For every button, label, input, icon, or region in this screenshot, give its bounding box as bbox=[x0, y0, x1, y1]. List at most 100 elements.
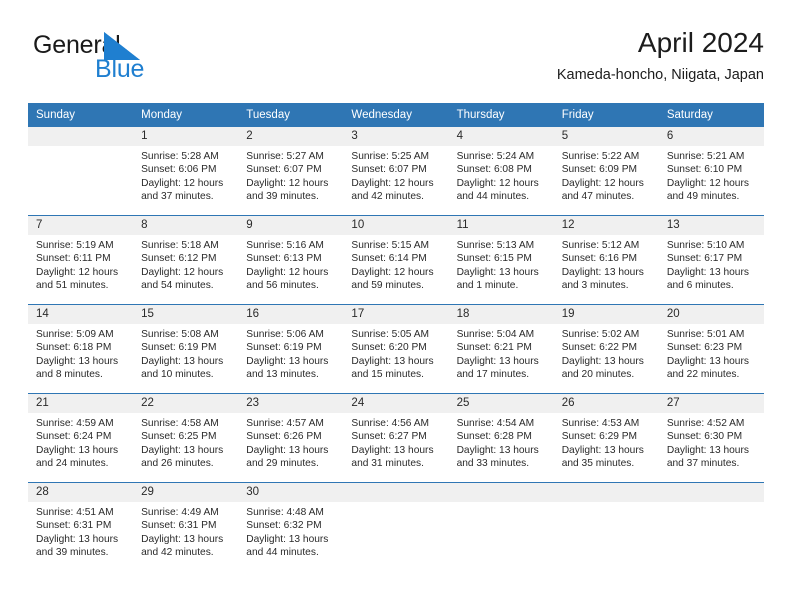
daylight-text-line2: and 22 minutes. bbox=[666, 369, 740, 381]
day-details: Sunrise: 4:49 AM Sunset: 6:31 PM Dayligh… bbox=[133, 502, 238, 560]
day-cell[interactable]: 22 Sunrise: 4:58 AM Sunset: 6:25 PM Dayl… bbox=[133, 393, 239, 483]
daylight-text-line1: Daylight: 13 hours bbox=[36, 533, 119, 545]
brand-logo[interactable]: General Blue bbox=[33, 31, 213, 87]
daylight-text-line2: and 17 minutes. bbox=[456, 369, 530, 381]
daylight-text-line2: and 24 minutes. bbox=[36, 458, 109, 470]
day-cell[interactable] bbox=[28, 127, 134, 216]
day-details: Sunrise: 5:24 AM Sunset: 6:08 PM Dayligh… bbox=[449, 146, 554, 204]
day-details: Sunrise: 4:53 AM Sunset: 6:29 PM Dayligh… bbox=[554, 413, 659, 471]
day-cell[interactable]: 9 Sunrise: 5:16 AM Sunset: 6:13 PM Dayli… bbox=[238, 215, 344, 305]
day-number: 1 bbox=[133, 127, 239, 146]
day-details: Sunrise: 4:59 AM Sunset: 6:24 PM Dayligh… bbox=[28, 413, 133, 471]
sunset-text: Sunset: 6:28 PM bbox=[456, 431, 532, 443]
day-cell[interactable]: 15 Sunrise: 5:08 AM Sunset: 6:19 PM Dayl… bbox=[133, 304, 239, 394]
sunrise-text: Sunrise: 5:28 AM bbox=[141, 151, 219, 162]
daylight-text-line1: Daylight: 13 hours bbox=[351, 355, 434, 367]
daylight-text-line1: Daylight: 13 hours bbox=[141, 444, 224, 456]
day-details: Sunrise: 5:04 AM Sunset: 6:21 PM Dayligh… bbox=[449, 324, 554, 382]
day-cell[interactable]: 26 Sunrise: 4:53 AM Sunset: 6:29 PM Dayl… bbox=[553, 393, 659, 483]
daylight-text-line1: Daylight: 12 hours bbox=[36, 266, 119, 278]
daylight-text-line2: and 44 minutes. bbox=[456, 191, 530, 203]
sunrise-text: Sunrise: 4:51 AM bbox=[36, 507, 114, 518]
day-number: 26 bbox=[553, 394, 659, 413]
sunset-text: Sunset: 6:26 PM bbox=[246, 431, 322, 443]
day-cell[interactable]: 19 Sunrise: 5:02 AM Sunset: 6:22 PM Dayl… bbox=[553, 304, 659, 394]
sunrise-text: Sunrise: 5:16 AM bbox=[246, 240, 324, 251]
sunset-text: Sunset: 6:20 PM bbox=[351, 342, 427, 354]
day-cell[interactable]: 7 Sunrise: 5:19 AM Sunset: 6:11 PM Dayli… bbox=[28, 215, 134, 305]
daylight-text-line1: Daylight: 12 hours bbox=[666, 177, 749, 189]
day-details: Sunrise: 5:15 AM Sunset: 6:14 PM Dayligh… bbox=[343, 235, 448, 293]
sunrise-text: Sunrise: 5:15 AM bbox=[351, 240, 430, 251]
day-cell[interactable]: 23 Sunrise: 4:57 AM Sunset: 6:26 PM Dayl… bbox=[238, 393, 344, 483]
daylight-text-line1: Daylight: 13 hours bbox=[561, 355, 644, 367]
day-cell[interactable] bbox=[343, 482, 449, 571]
day-cell[interactable]: 10 Sunrise: 5:15 AM Sunset: 6:14 PM Dayl… bbox=[343, 215, 449, 305]
day-number: 16 bbox=[238, 305, 344, 324]
brand-name-secondary: Blue bbox=[95, 55, 145, 83]
day-number: 28 bbox=[28, 483, 134, 502]
daylight-text-line2: and 26 minutes. bbox=[141, 458, 214, 470]
daylight-text-line1: Daylight: 13 hours bbox=[666, 444, 749, 456]
sunrise-text: Sunrise: 5:18 AM bbox=[141, 240, 219, 251]
calendar-grid: Sunday Monday Tuesday Wednesday Thursday… bbox=[28, 103, 764, 571]
daylight-text-line2: and 56 minutes. bbox=[246, 280, 319, 292]
sunset-text: Sunset: 6:21 PM bbox=[456, 342, 532, 354]
day-cell[interactable]: 18 Sunrise: 5:04 AM Sunset: 6:21 PM Dayl… bbox=[448, 304, 554, 394]
sunrise-text: Sunrise: 5:12 AM bbox=[561, 240, 640, 251]
sunset-text: Sunset: 6:27 PM bbox=[351, 431, 427, 443]
day-number: 11 bbox=[448, 216, 554, 235]
day-cell[interactable]: 30 Sunrise: 4:48 AM Sunset: 6:32 PM Dayl… bbox=[238, 482, 344, 571]
daylight-text-line1: Daylight: 13 hours bbox=[36, 444, 119, 456]
day-number bbox=[28, 127, 134, 146]
day-details: Sunrise: 5:19 AM Sunset: 6:11 PM Dayligh… bbox=[28, 235, 133, 293]
sunrise-text: Sunrise: 5:10 AM bbox=[666, 240, 745, 251]
day-cell[interactable]: 11 Sunrise: 5:13 AM Sunset: 6:15 PM Dayl… bbox=[448, 215, 554, 305]
sunset-text: Sunset: 6:08 PM bbox=[456, 164, 532, 176]
day-cell[interactable]: 16 Sunrise: 5:06 AM Sunset: 6:19 PM Dayl… bbox=[238, 304, 344, 394]
daylight-text-line2: and 49 minutes. bbox=[666, 191, 740, 203]
day-cell[interactable]: 6 Sunrise: 5:21 AM Sunset: 6:10 PM Dayli… bbox=[658, 127, 764, 216]
day-cell[interactable]: 1 Sunrise: 5:28 AM Sunset: 6:06 PM Dayli… bbox=[133, 127, 239, 216]
day-cell[interactable] bbox=[658, 482, 764, 571]
sunrise-text: Sunrise: 5:22 AM bbox=[561, 151, 640, 162]
day-details: Sunrise: 5:01 AM Sunset: 6:23 PM Dayligh… bbox=[659, 324, 764, 382]
daylight-text-line1: Daylight: 12 hours bbox=[561, 177, 644, 189]
day-details: Sunrise: 5:18 AM Sunset: 6:12 PM Dayligh… bbox=[133, 235, 238, 293]
sunrise-text: Sunrise: 4:52 AM bbox=[666, 418, 745, 429]
day-cell[interactable] bbox=[553, 482, 659, 571]
day-cell[interactable]: 8 Sunrise: 5:18 AM Sunset: 6:12 PM Dayli… bbox=[133, 215, 239, 305]
daylight-text-line1: Daylight: 13 hours bbox=[246, 444, 329, 456]
day-cell[interactable]: 3 Sunrise: 5:25 AM Sunset: 6:07 PM Dayli… bbox=[343, 127, 449, 216]
sunrise-text: Sunrise: 4:59 AM bbox=[36, 418, 114, 429]
day-cell[interactable]: 4 Sunrise: 5:24 AM Sunset: 6:08 PM Dayli… bbox=[448, 127, 554, 216]
day-cell[interactable]: 20 Sunrise: 5:01 AM Sunset: 6:23 PM Dayl… bbox=[658, 304, 764, 394]
day-cell[interactable]: 12 Sunrise: 5:12 AM Sunset: 6:16 PM Dayl… bbox=[553, 215, 659, 305]
sunset-text: Sunset: 6:15 PM bbox=[456, 253, 532, 265]
day-details: Sunrise: 5:02 AM Sunset: 6:22 PM Dayligh… bbox=[554, 324, 659, 382]
sunrise-text: Sunrise: 5:24 AM bbox=[456, 151, 535, 162]
daylight-text-line1: Daylight: 12 hours bbox=[246, 177, 329, 189]
day-cell[interactable]: 14 Sunrise: 5:09 AM Sunset: 6:18 PM Dayl… bbox=[28, 304, 134, 394]
day-cell[interactable]: 28 Sunrise: 4:51 AM Sunset: 6:31 PM Dayl… bbox=[28, 482, 134, 571]
page-header: General Blue April 2024 Kameda-honcho, N… bbox=[28, 26, 764, 94]
day-number: 25 bbox=[448, 394, 554, 413]
day-cell[interactable]: 29 Sunrise: 4:49 AM Sunset: 6:31 PM Dayl… bbox=[133, 482, 239, 571]
day-details: Sunrise: 5:06 AM Sunset: 6:19 PM Dayligh… bbox=[238, 324, 343, 382]
day-cell[interactable]: 24 Sunrise: 4:56 AM Sunset: 6:27 PM Dayl… bbox=[343, 393, 449, 483]
day-cell[interactable]: 25 Sunrise: 4:54 AM Sunset: 6:28 PM Dayl… bbox=[448, 393, 554, 483]
day-details: Sunrise: 5:13 AM Sunset: 6:15 PM Dayligh… bbox=[449, 235, 554, 293]
page-subtitle: Kameda-honcho, Niigata, Japan bbox=[556, 67, 764, 83]
day-number: 21 bbox=[28, 394, 134, 413]
day-cell[interactable]: 13 Sunrise: 5:10 AM Sunset: 6:17 PM Dayl… bbox=[658, 215, 764, 305]
day-cell[interactable]: 5 Sunrise: 5:22 AM Sunset: 6:09 PM Dayli… bbox=[553, 127, 659, 216]
sunset-text: Sunset: 6:19 PM bbox=[246, 342, 322, 354]
daylight-text-line1: Daylight: 13 hours bbox=[246, 355, 329, 367]
day-cell[interactable]: 2 Sunrise: 5:27 AM Sunset: 6:07 PM Dayli… bbox=[238, 127, 344, 216]
day-cell[interactable]: 27 Sunrise: 4:52 AM Sunset: 6:30 PM Dayl… bbox=[658, 393, 764, 483]
week-row: 7 Sunrise: 5:19 AM Sunset: 6:11 PM Dayli… bbox=[28, 215, 764, 305]
day-cell[interactable]: 21 Sunrise: 4:59 AM Sunset: 6:24 PM Dayl… bbox=[28, 393, 134, 483]
day-number: 9 bbox=[238, 216, 344, 235]
day-cell[interactable] bbox=[448, 482, 554, 571]
day-cell[interactable]: 17 Sunrise: 5:05 AM Sunset: 6:20 PM Dayl… bbox=[343, 304, 449, 394]
